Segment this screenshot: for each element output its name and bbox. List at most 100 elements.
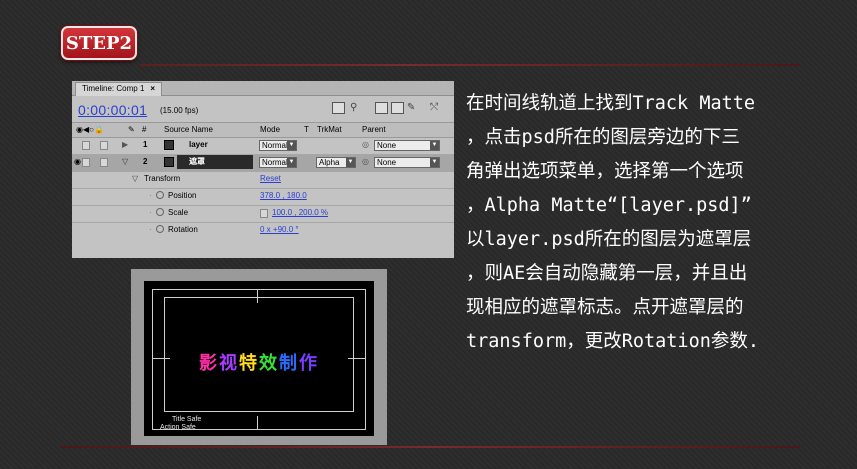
parent-pickwhip-icon[interactable]: ◎ bbox=[362, 140, 369, 149]
column-number: # bbox=[142, 125, 147, 134]
trkmat-value: Alpha bbox=[319, 158, 340, 167]
action-safe-label: Action Safe bbox=[160, 424, 196, 431]
column-trkmat: TrkMat bbox=[317, 125, 342, 134]
column-mode: Mode bbox=[260, 125, 281, 134]
title-char: 特 bbox=[239, 353, 259, 374]
instruction-line: ，Alpha Matte“[layer.psd]” bbox=[466, 195, 752, 216]
column-header: ◉◀○🔒 ✎ # Source Name Mode T TrkMat Paren… bbox=[72, 122, 454, 138]
instruction-line: ，则AE会自动隐藏第一层，并且出 bbox=[466, 263, 748, 284]
constrain-proportions-icon[interactable] bbox=[260, 209, 268, 218]
divider-bottom bbox=[60, 446, 800, 448]
parent-value: None bbox=[377, 141, 397, 150]
layer-row[interactable]: ◉ ▽ 2 遮罩 Normal ▼ Alpha ▼ ◎ None ▼ bbox=[72, 155, 454, 172]
column-source-name[interactable]: Source Name bbox=[164, 125, 213, 134]
tab-timeline-comp[interactable]: Timeline: Comp 1 × bbox=[75, 82, 163, 96]
mode-value: Normal bbox=[262, 158, 288, 167]
bullet-icon: · bbox=[149, 208, 152, 217]
title-safe-label: Title Safe bbox=[172, 416, 202, 423]
instruction-line: 以layer.psd所在的图层为遮罩层 bbox=[466, 229, 752, 250]
mode-dropdown[interactable]: Normal ▼ bbox=[259, 140, 297, 151]
property-name: Rotation bbox=[168, 225, 198, 234]
layer-number: 2 bbox=[143, 157, 148, 166]
instruction-line: 角弹出选项菜单，选择第一个选项 bbox=[466, 161, 744, 182]
layer-thumbnail-icon bbox=[164, 157, 174, 167]
property-row[interactable]: · Position 378.0 , 180.0 bbox=[72, 189, 454, 206]
solo-switch[interactable] bbox=[100, 141, 108, 150]
panel-tab-bar: Timeline: Comp 1 × bbox=[72, 81, 454, 96]
mode-value: Normal bbox=[262, 141, 288, 150]
graph-editor-icon[interactable]: ⤲ bbox=[430, 102, 443, 114]
fps-label: (15.00 fps) bbox=[160, 106, 199, 115]
title-char: 效 bbox=[259, 353, 279, 374]
property-value[interactable]: 0 x +90.0 ° bbox=[260, 225, 299, 234]
visibility-switch[interactable] bbox=[82, 141, 90, 150]
parent-pickwhip-icon[interactable]: ◎ bbox=[362, 157, 369, 166]
reset-link[interactable]: Reset bbox=[260, 174, 281, 183]
layer-name[interactable]: layer bbox=[189, 140, 208, 149]
instruction-line: 现相应的遮罩标志。点开遮罩层的 bbox=[466, 297, 744, 318]
motion-blur-icon[interactable]: ✎ bbox=[407, 102, 420, 114]
visibility-switch[interactable] bbox=[82, 158, 90, 167]
layer-thumbnail-icon bbox=[164, 140, 174, 150]
current-time-display[interactable]: 0:00:00:01 bbox=[78, 102, 147, 118]
title-char: 视 bbox=[219, 353, 239, 374]
time-bar: 0:00:00:01 (15.00 fps) ⚲ ✎ ⤲ bbox=[72, 96, 454, 122]
center-tick bbox=[257, 289, 258, 303]
title-char: 影 bbox=[199, 353, 219, 374]
eye-icon[interactable]: ◉ bbox=[74, 157, 81, 166]
column-parent: Parent bbox=[362, 125, 386, 134]
collapse-arrow-icon[interactable]: ▽ bbox=[122, 157, 128, 166]
expand-arrow-icon[interactable]: ▶ bbox=[122, 140, 128, 149]
chevron-down-icon: ▼ bbox=[346, 158, 355, 167]
parent-dropdown[interactable]: None ▼ bbox=[374, 157, 440, 168]
property-row[interactable]: · Scale 100.0 , 200.0 % bbox=[72, 206, 454, 223]
tab-label: Timeline: Comp 1 bbox=[82, 84, 145, 93]
transform-group-row[interactable]: ▽ Transform Reset bbox=[72, 172, 454, 189]
layer-name[interactable]: 遮罩 bbox=[177, 155, 253, 169]
chevron-down-icon: ▼ bbox=[430, 158, 439, 167]
property-value[interactable]: 100.0 , 200.0 % bbox=[272, 208, 328, 217]
title-char: 作 bbox=[299, 353, 319, 374]
layer-row[interactable]: ▶ 1 layer Normal ▼ ◎ None ▼ bbox=[72, 138, 454, 155]
parent-dropdown[interactable]: None ▼ bbox=[374, 140, 440, 151]
column-t: T bbox=[304, 125, 309, 134]
instruction-text: 在时间线轨道上找到Track Matte ，点击psd所在的图层旁边的下三 角弹… bbox=[466, 87, 850, 359]
bullet-icon: · bbox=[149, 225, 152, 234]
trkmat-dropdown[interactable]: Alpha ▼ bbox=[316, 157, 356, 168]
chevron-down-icon: ▼ bbox=[287, 158, 296, 167]
timeline-panel: Timeline: Comp 1 × 0:00:00:01 (15.00 fps)… bbox=[72, 81, 454, 258]
chevron-down-icon: ▼ bbox=[287, 141, 296, 150]
collapse-arrow-icon[interactable]: ▽ bbox=[132, 174, 138, 183]
frame-blending-icon[interactable] bbox=[391, 102, 404, 114]
property-name: Position bbox=[168, 191, 197, 200]
instruction-line: ，点击psd所在的图层旁边的下三 bbox=[466, 127, 740, 148]
label-icon: ✎ bbox=[128, 125, 135, 134]
search-icon[interactable]: ⚲ bbox=[350, 102, 363, 114]
transform-label: Transform bbox=[144, 174, 181, 183]
step-badge: STEP2 bbox=[61, 26, 137, 60]
bullet-icon: · bbox=[149, 191, 152, 200]
property-name: Scale bbox=[168, 208, 189, 217]
title-char: 制 bbox=[279, 353, 299, 374]
center-tick bbox=[257, 416, 258, 430]
divider-top bbox=[140, 64, 800, 66]
comp-preview: 影视特效制作 Title Safe Action Safe bbox=[131, 269, 387, 445]
property-row[interactable]: · Rotation 0 x +90.0 ° bbox=[72, 223, 454, 239]
close-icon[interactable]: × bbox=[150, 84, 155, 93]
layer-number: 1 bbox=[143, 140, 148, 149]
parent-value: None bbox=[377, 158, 397, 167]
stopwatch-icon[interactable] bbox=[156, 191, 164, 199]
shy-layers-icon[interactable] bbox=[375, 102, 388, 114]
comp-mini-flowchart-icon[interactable] bbox=[332, 102, 345, 114]
stopwatch-icon[interactable] bbox=[156, 225, 164, 233]
solo-switch[interactable] bbox=[100, 158, 108, 167]
effects-title-text: 影视特效制作 bbox=[144, 349, 374, 375]
property-value[interactable]: 378.0 , 180.0 bbox=[260, 191, 307, 200]
instruction-line: transform，更改Rotation参数. bbox=[466, 331, 759, 352]
preview-screen: 影视特效制作 Title Safe Action Safe bbox=[144, 281, 374, 436]
av-features-icon: ◉◀○🔒 bbox=[76, 125, 104, 134]
stopwatch-icon[interactable] bbox=[156, 208, 164, 216]
instruction-line: 在时间线轨道上找到Track Matte bbox=[466, 93, 756, 114]
chevron-down-icon: ▼ bbox=[430, 141, 439, 150]
mode-dropdown[interactable]: Normal ▼ bbox=[259, 157, 297, 168]
